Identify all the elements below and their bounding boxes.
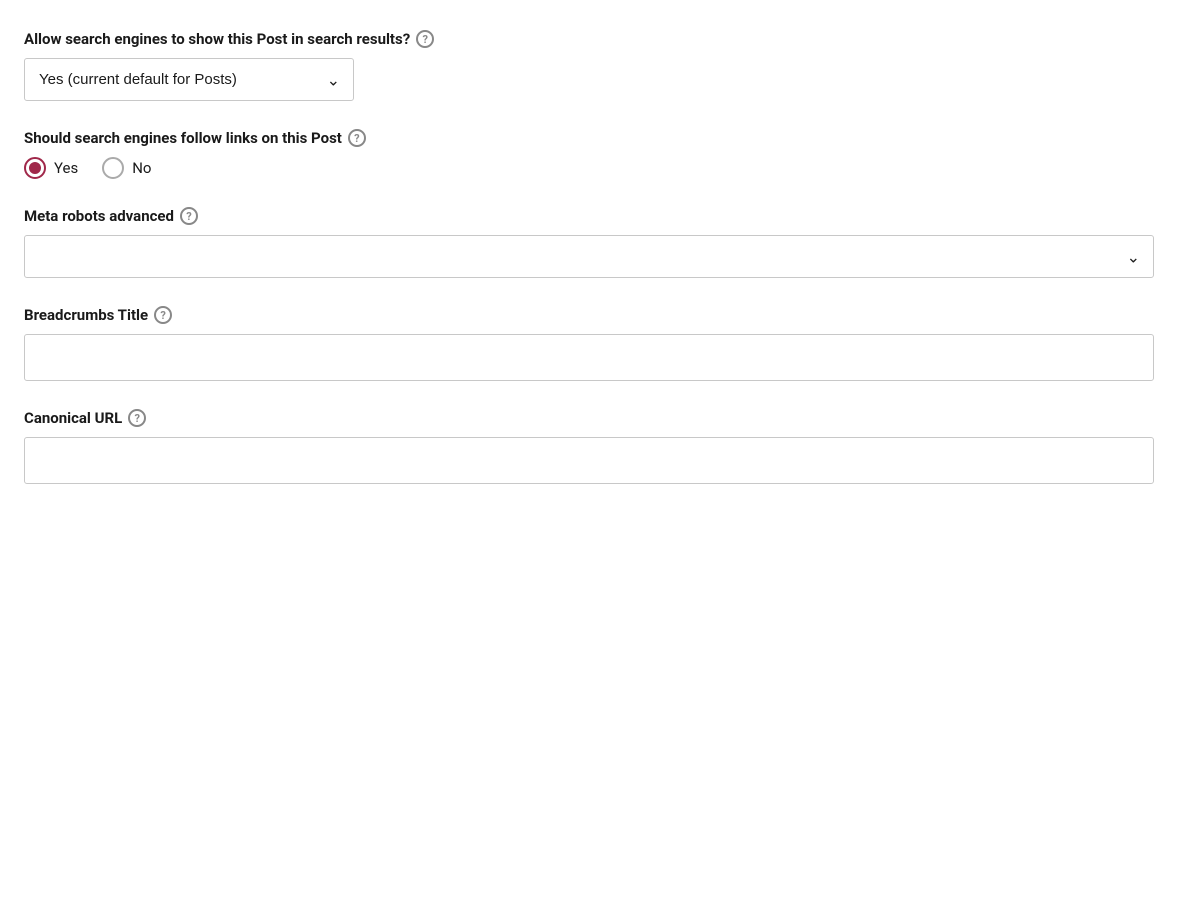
canonical-url-section: Canonical URL ? — [24, 409, 1154, 484]
meta-robots-advanced-help-icon[interactable]: ? — [180, 207, 198, 225]
allow-search-engines-text: Allow search engines to show this Post i… — [24, 30, 410, 48]
follow-links-no-label: No — [132, 159, 151, 177]
follow-links-help-icon[interactable]: ? — [348, 129, 366, 147]
follow-links-section: Should search engines follow links on th… — [24, 129, 1154, 179]
breadcrumbs-title-input[interactable] — [24, 334, 1154, 381]
breadcrumbs-title-help-icon[interactable]: ? — [154, 306, 172, 324]
meta-robots-advanced-select[interactable]: None No Image Index No Archive No Snippe… — [24, 235, 1154, 278]
meta-robots-advanced-label: Meta robots advanced ? — [24, 207, 1154, 225]
follow-links-no-option[interactable]: No — [102, 157, 151, 179]
follow-links-text: Should search engines follow links on th… — [24, 129, 342, 147]
follow-links-no-radio[interactable] — [102, 157, 124, 179]
meta-robots-advanced-section: Meta robots advanced ? None No Image Ind… — [24, 207, 1154, 278]
allow-search-engines-select-wrapper: Yes (current default for Posts) No Yes ⌄ — [24, 58, 354, 101]
allow-search-engines-section: Allow search engines to show this Post i… — [24, 30, 1154, 101]
canonical-url-text: Canonical URL — [24, 409, 122, 427]
meta-robots-advanced-text: Meta robots advanced — [24, 207, 174, 225]
canonical-url-help-icon[interactable]: ? — [128, 409, 146, 427]
meta-robots-advanced-select-wrapper: None No Image Index No Archive No Snippe… — [24, 235, 1154, 278]
allow-search-engines-help-icon[interactable]: ? — [416, 30, 434, 48]
allow-search-engines-label: Allow search engines to show this Post i… — [24, 30, 1154, 48]
follow-links-yes-radio[interactable] — [24, 157, 46, 179]
canonical-url-label: Canonical URL ? — [24, 409, 1154, 427]
follow-links-label: Should search engines follow links on th… — [24, 129, 1154, 147]
follow-links-yes-option[interactable]: Yes — [24, 157, 78, 179]
follow-links-yes-dot — [29, 162, 41, 174]
canonical-url-input[interactable] — [24, 437, 1154, 484]
breadcrumbs-title-label: Breadcrumbs Title ? — [24, 306, 1154, 324]
allow-search-engines-select[interactable]: Yes (current default for Posts) No Yes — [24, 58, 354, 101]
breadcrumbs-title-text: Breadcrumbs Title — [24, 306, 148, 324]
follow-links-radio-group: Yes No — [24, 157, 1154, 179]
follow-links-yes-label: Yes — [54, 159, 78, 177]
breadcrumbs-title-section: Breadcrumbs Title ? — [24, 306, 1154, 381]
